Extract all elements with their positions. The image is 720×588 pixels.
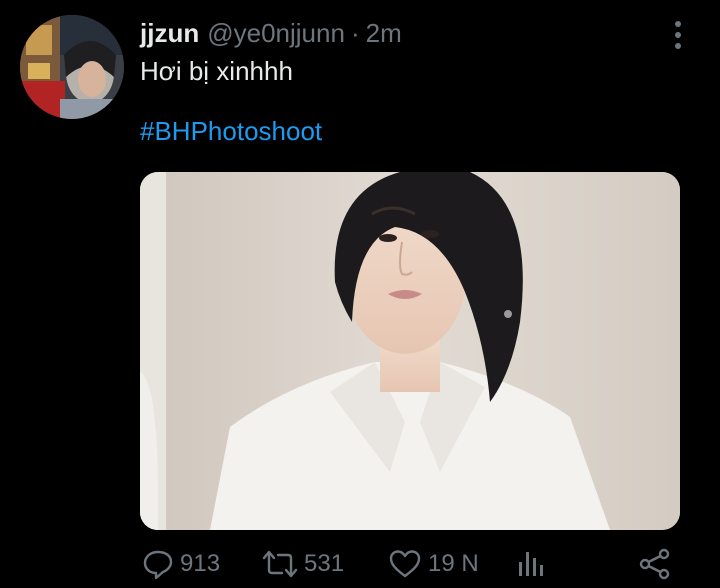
- reply-icon: [143, 550, 173, 580]
- reply-count: 913: [180, 550, 221, 577]
- share-icon: [639, 548, 670, 580]
- avatar[interactable]: [20, 15, 124, 119]
- tweet-header: jjzun @ye0njjunn · 2m: [140, 18, 402, 52]
- analytics-button[interactable]: [515, 546, 553, 582]
- like-count: 19 N: [428, 550, 479, 577]
- more-dot: [675, 21, 681, 27]
- tweet-photo[interactable]: [140, 172, 680, 530]
- tweet-timestamp[interactable]: 2m: [366, 18, 402, 49]
- tweet-text: Hơi bị xinhhh: [140, 56, 293, 86]
- analytics-icon: [519, 552, 543, 576]
- user-handle[interactable]: @ye0njjunn: [207, 18, 345, 49]
- display-name[interactable]: jjzun: [140, 18, 199, 49]
- tweet-actions: 913 531 19 N: [0, 540, 720, 588]
- separator: ·: [350, 18, 360, 48]
- heart-icon: [389, 550, 421, 578]
- retweet-count: 531: [304, 550, 345, 577]
- more-vertical-icon[interactable]: [664, 18, 692, 52]
- photo-image: [140, 172, 680, 530]
- share-button[interactable]: [638, 546, 678, 582]
- retweet-icon: [262, 550, 298, 578]
- hashtag-link[interactable]: #BHPhotoshoot: [140, 116, 322, 146]
- avatar-image: [20, 15, 124, 119]
- reply-button[interactable]: 913: [142, 546, 220, 582]
- retweet-button[interactable]: 531: [262, 546, 344, 582]
- more-dot: [675, 32, 681, 38]
- like-button[interactable]: 19 N: [388, 546, 479, 582]
- more-dot: [675, 43, 681, 49]
